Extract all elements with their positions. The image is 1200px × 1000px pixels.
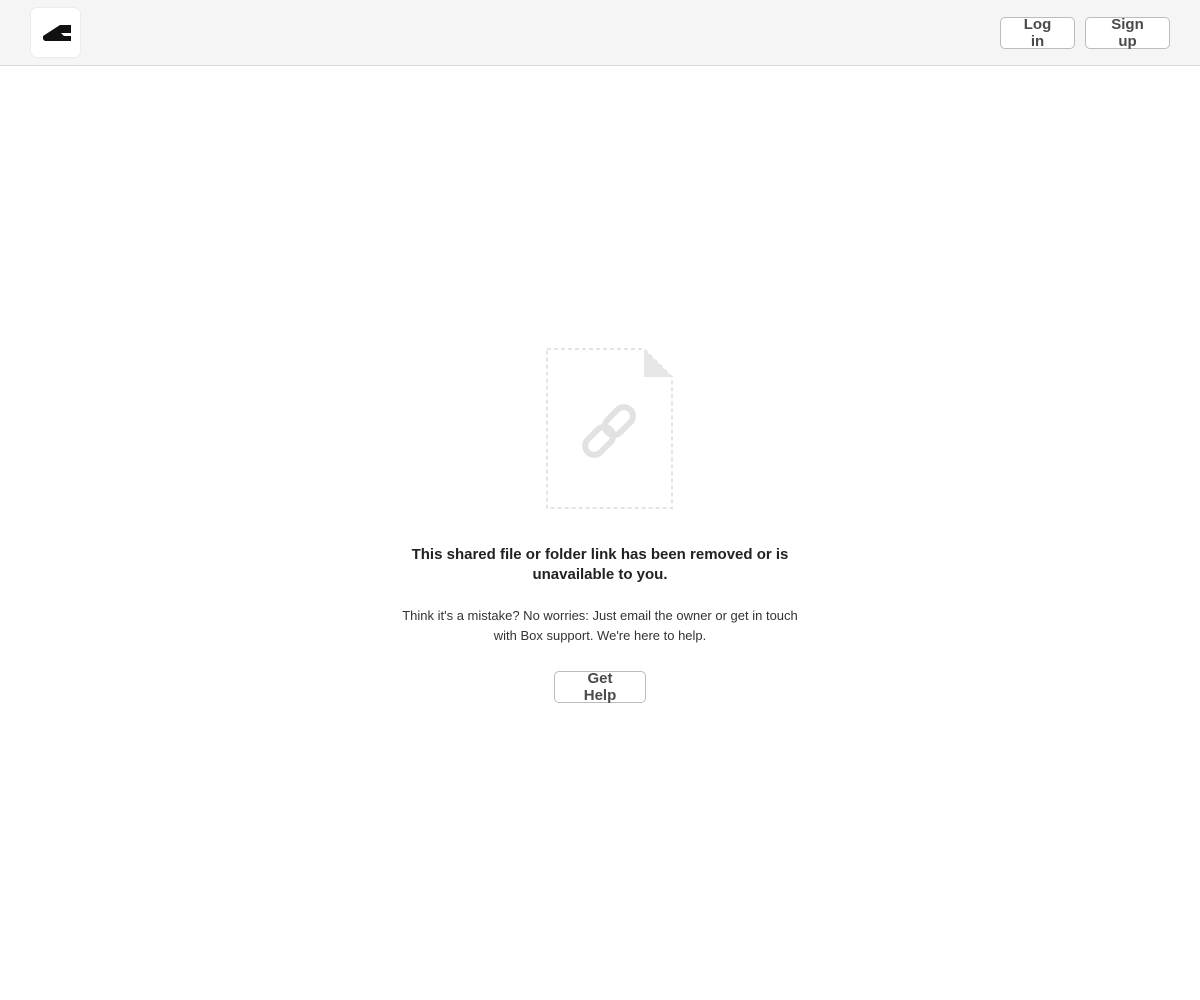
error-description: Think it's a mistake? No worries: Just e…: [402, 608, 798, 643]
top-header: Log in Sign up: [0, 0, 1200, 66]
main-content: This shared file or folder link has been…: [0, 66, 1200, 1000]
signup-button[interactable]: Sign up: [1085, 16, 1170, 50]
error-title: This shared file or folder link has been…: [411, 546, 789, 583]
get-help-button[interactable]: Get Help: [554, 670, 646, 704]
header-actions: Log in Sign up: [1000, 16, 1170, 50]
broken-link-icon: [546, 348, 673, 509]
box-logo-icon: [42, 24, 71, 41]
logo-link[interactable]: [31, 8, 80, 57]
login-button[interactable]: Log in: [1000, 16, 1075, 50]
